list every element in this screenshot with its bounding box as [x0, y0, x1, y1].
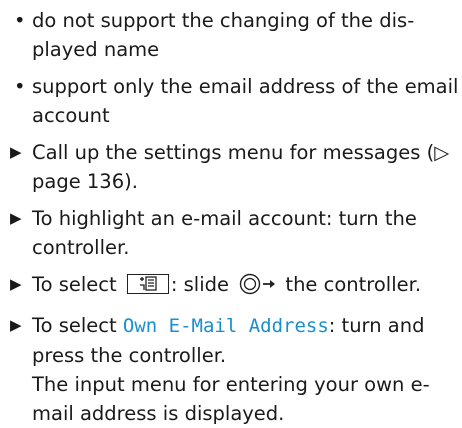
step-arrow-icon: ▶ [10, 209, 22, 227]
controller-slide-right-icon [239, 273, 277, 303]
bullet-item-2: • support only the email address of the … [10, 72, 462, 130]
bullet-text-2: support only the email address of the em… [32, 75, 459, 127]
step-4-result: The input menu for entering your own e-m… [32, 373, 430, 425]
step-item-3: ▶ To select : slide the controller. [10, 270, 462, 303]
step-arrow-icon: ▶ [10, 275, 22, 293]
step-text-1: Call up the settings menu for messages (… [32, 141, 450, 193]
step-text-2: To highlight an e-mail account: turn the… [32, 207, 417, 259]
step-3-post: the controller. [285, 273, 422, 296]
step-4-pre: To select [32, 314, 117, 337]
step-item-4: ▶ To select Own E-Mail Address: turn and… [10, 311, 462, 428]
bullet-marker: • [14, 9, 26, 32]
menu-key-icon [126, 274, 169, 294]
manual-page: • do not support the changing of the dis… [0, 0, 462, 425]
bullet-item-1: • do not support the changing of the dis… [10, 6, 462, 64]
step-item-2: ▶ To highlight an e-mail account: turn t… [10, 204, 462, 262]
step-item-1: ▶ Call up the settings menu for messages… [10, 138, 462, 196]
bullet-marker: • [14, 75, 26, 98]
step-3-mid: : slide [170, 273, 230, 296]
step-arrow-icon: ▶ [10, 316, 22, 334]
bullet-text-1: do not support the changing of the dis­p… [32, 9, 415, 61]
step-3-pre: To select [32, 273, 117, 296]
step-arrow-icon: ▶ [10, 143, 22, 161]
menu-item-own-email: Own E-Mail Address [122, 315, 329, 337]
